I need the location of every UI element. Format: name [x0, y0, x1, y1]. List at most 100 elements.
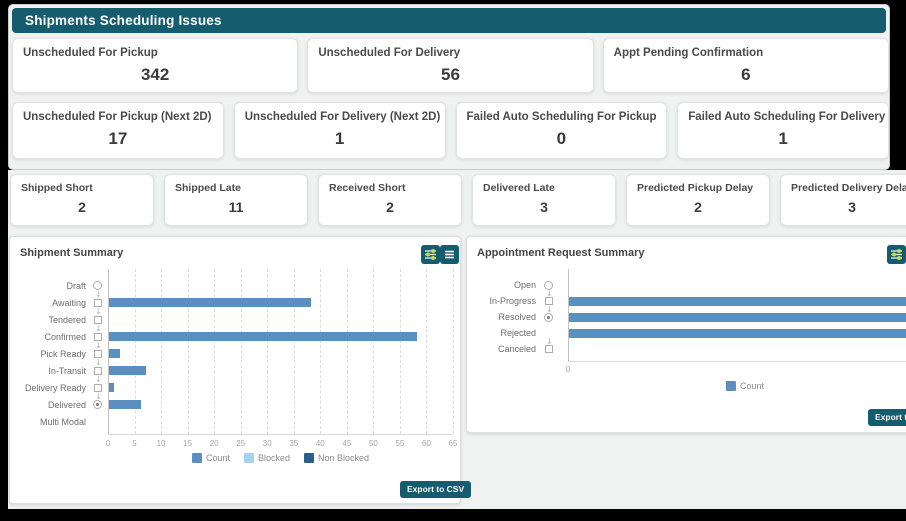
- kpi-card-failed-auto-scheduling-for-delivery[interactable]: Failed Auto Scheduling For Delivery1: [677, 102, 889, 159]
- category-label-rejected: Rejected: [467, 328, 536, 338]
- x-tick-label: 5: [124, 439, 146, 448]
- kpi-card-unscheduled-for-delivery-next-2d[interactable]: Unscheduled For Delivery (Next 2D) 1: [234, 102, 446, 159]
- pick-ready-status-icon[interactable]: [94, 350, 102, 358]
- legend-item-non-blocked[interactable]: Non Blocked: [304, 453, 369, 463]
- export-to-csv-button[interactable]: Export to CSV: [400, 481, 471, 498]
- appointment-request-summary-title: Appointment Request Summary: [477, 247, 644, 259]
- kpi-card-appt-pending-confirmation[interactable]: Appt Pending Confirmation6: [603, 38, 889, 93]
- draft-status-icon[interactable]: [93, 281, 102, 290]
- category-label-pick-ready: Pick Ready: [10, 349, 86, 359]
- menu-icon[interactable]: [440, 245, 459, 264]
- kpi-card-label: Unscheduled For Delivery: [318, 47, 460, 59]
- x-tick-label: 0: [557, 365, 579, 374]
- kpi-card-shipped-short[interactable]: Shipped Short2: [10, 174, 154, 226]
- x-tick-label: 60: [415, 439, 437, 448]
- kpi-card-received-short[interactable]: Received Short2: [318, 174, 462, 226]
- category-label-resolved: Resolved: [467, 312, 536, 322]
- category-label-canceled: Canceled: [467, 344, 536, 354]
- kpi-card-label: Unscheduled For Pickup: [23, 47, 158, 59]
- in-progress-status-icon[interactable]: [545, 297, 553, 305]
- kpi-card-value: 56: [308, 65, 592, 85]
- delivered-status-icon[interactable]: [93, 400, 102, 409]
- kpi-card-value: 2: [11, 199, 153, 215]
- category-label-confirmed: Confirmed: [10, 332, 86, 342]
- kpi-card-unscheduled-for-pickup-next-2d[interactable]: Unscheduled For Pickup (Next 2D) 17: [12, 102, 224, 159]
- chart-legend: Count Blocked Non Blocked: [108, 453, 453, 463]
- delivered-bar[interactable]: [109, 400, 141, 409]
- pick-ready-bar[interactable]: [109, 349, 120, 358]
- delivery-ready-status-icon[interactable]: [94, 384, 102, 392]
- x-tick-label: 10: [150, 439, 172, 448]
- kpi-card-predicted-delivery-delay[interactable]: Predicted Delivery Delay3: [780, 174, 906, 226]
- category-label-draft: Draft: [10, 281, 86, 291]
- appointment-request-summary-chart: 0Open↓In-Progress↓ResolvedRejected↓Cance…: [467, 237, 906, 432]
- filter-sliders-icon[interactable]: [887, 245, 906, 264]
- legend-label: Count: [740, 381, 764, 391]
- kpi-card-unscheduled-for-delivery[interactable]: Unscheduled For Delivery 56: [307, 38, 593, 93]
- x-tick-label: 45: [336, 439, 358, 448]
- category-label-in-progress: In-Progress: [467, 296, 536, 306]
- kpi-card-failed-auto-scheduling-for-pickup[interactable]: Failed Auto Scheduling For Pickup0: [456, 102, 668, 159]
- awaiting-bar[interactable]: [109, 298, 311, 307]
- kpi-card-label: Unscheduled For Pickup (Next 2D): [23, 111, 212, 123]
- in-transit-bar[interactable]: [109, 366, 146, 375]
- tendered-status-icon[interactable]: [94, 316, 102, 324]
- resolved-status-icon[interactable]: [544, 313, 553, 322]
- kpi-card-value: 1: [235, 129, 445, 149]
- legend-swatch: [244, 453, 254, 463]
- kpi-card-unscheduled-for-pickup[interactable]: Unscheduled For Pickup 342: [12, 38, 298, 93]
- gridline: [373, 269, 374, 434]
- x-axis-line: [108, 434, 453, 435]
- gridline: [135, 269, 136, 434]
- kpi-card-label: Predicted Pickup Delay: [637, 182, 753, 194]
- kpi-card-label: Delivered Late: [483, 182, 555, 194]
- legend-item-count[interactable]: Count: [726, 381, 764, 391]
- category-label-open: Open: [467, 280, 536, 290]
- lower-section: Shipped Short2Shipped Late11Received Sho…: [8, 170, 906, 509]
- x-tick-label: 55: [389, 439, 411, 448]
- delivery-ready-bar[interactable]: [109, 383, 114, 392]
- legend-swatch: [304, 453, 314, 463]
- x-tick-label: 20: [203, 439, 225, 448]
- gridline: [294, 269, 295, 434]
- in-progress-bar[interactable]: [569, 297, 906, 306]
- confirmed-bar[interactable]: [109, 332, 417, 341]
- kpi-card-delivered-late[interactable]: Delivered Late3: [472, 174, 616, 226]
- filter-sliders-icon[interactable]: [421, 245, 440, 264]
- in-transit-status-icon[interactable]: [94, 367, 102, 375]
- kpi-card-value: 17: [13, 129, 223, 149]
- kpi-card-value: 1: [678, 129, 888, 149]
- kpi-card-value: 342: [13, 65, 297, 85]
- legend-swatch: [192, 453, 202, 463]
- section-header: Shipments Scheduling Issues: [12, 8, 886, 33]
- kpi-row-top: Unscheduled For Pickup342Unscheduled For…: [12, 38, 889, 93]
- export-to-csv-button[interactable]: Export to CSV: [868, 409, 906, 426]
- awaiting-status-icon[interactable]: [94, 299, 102, 307]
- kpi-card-label: Shipped Late: [175, 182, 241, 194]
- kpi-card-value: 2: [319, 199, 461, 215]
- status-dot: [96, 403, 99, 406]
- kpi-card-label: Failed Auto Scheduling For Pickup: [467, 111, 657, 123]
- x-tick-label: 50: [362, 439, 384, 448]
- kpi-card-label: Unscheduled For Delivery (Next 2D): [245, 111, 441, 123]
- confirmed-status-icon[interactable]: [94, 333, 102, 341]
- kpi-card-value: 2: [627, 199, 769, 215]
- legend-item-count[interactable]: Count: [192, 453, 230, 463]
- gridline: [400, 269, 401, 434]
- canceled-status-icon[interactable]: [545, 345, 553, 353]
- legend-item-blocked[interactable]: Blocked: [244, 453, 290, 463]
- scheduling-issues-section: Shipments Scheduling Issues Unscheduled …: [8, 4, 890, 170]
- shipment-summary-chart: 05101520253035404550556065Draft↓Awaiting…: [10, 237, 460, 503]
- gridline: [214, 269, 215, 434]
- category-label-delivery-ready: Delivery Ready: [10, 383, 86, 393]
- x-axis-line: [568, 361, 906, 362]
- rejected-bar[interactable]: [569, 329, 906, 338]
- kpi-card-predicted-pickup-delay[interactable]: Predicted Pickup Delay 2: [626, 174, 770, 226]
- window-edge-strip: [892, 0, 906, 170]
- gridline: [453, 269, 454, 434]
- category-label-delivered: Delivered: [10, 400, 86, 410]
- gridline: [320, 269, 321, 434]
- appointment-request-summary-panel: Appointment Request Summary 0Open↓In-Pro…: [466, 236, 906, 433]
- resolved-bar[interactable]: [569, 313, 906, 322]
- kpi-card-shipped-late[interactable]: Shipped Late11: [164, 174, 308, 226]
